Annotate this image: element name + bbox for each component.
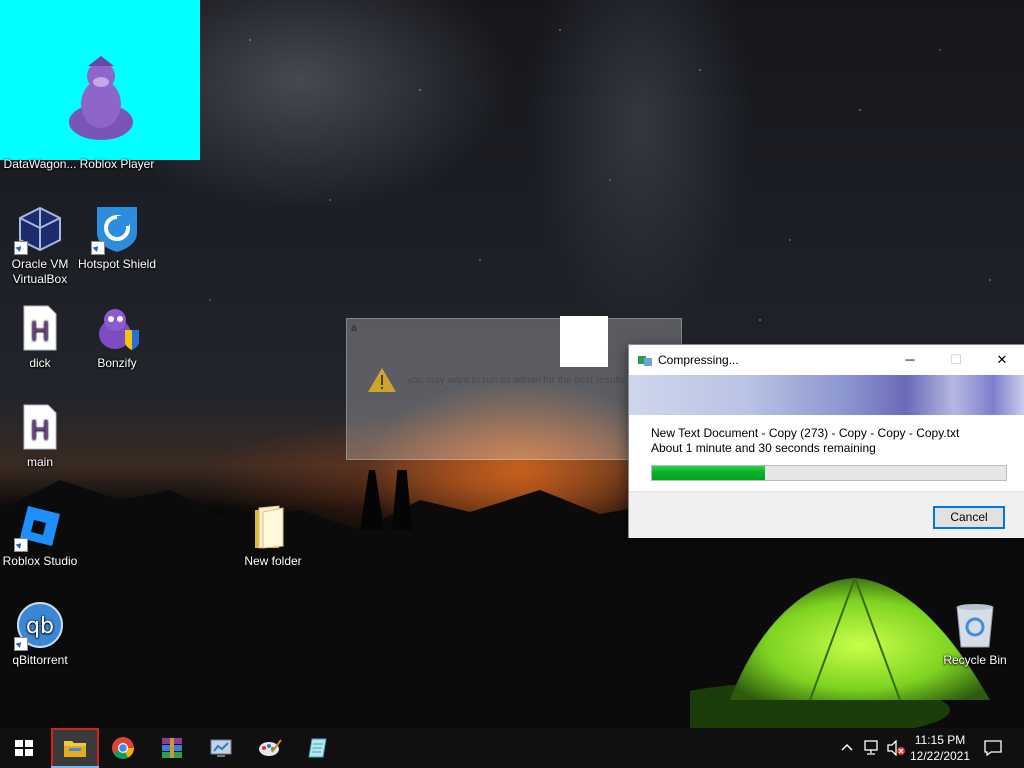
desktop-icon-label: dick — [29, 356, 51, 370]
paint-icon — [259, 739, 282, 756]
control-panel-icon — [210, 739, 232, 757]
taskbar-paint[interactable] — [246, 728, 294, 768]
close-button[interactable]: ✕ — [979, 345, 1024, 375]
taskbar-file-explorer[interactable] — [51, 728, 99, 768]
desktop-icon-label: main — [26, 455, 53, 469]
start-icon — [15, 740, 33, 756]
desktop-icon-label: Roblox Player — [79, 157, 155, 171]
desktop-icon-roblox-player[interactable]: Roblox Player — [77, 157, 157, 172]
dialog-titlebar[interactable]: Compressing... ─ ☐ ✕ — [629, 345, 1024, 375]
desktop-icon-label: Hotspot Shield — [77, 257, 157, 271]
compressing-dialog: Compressing... ─ ☐ ✕ New Text Document -… — [628, 344, 1024, 538]
taskbar: 11:15 PM 12/22/2021 — [0, 728, 1024, 768]
bonzify-icon — [93, 304, 141, 352]
file-name-text: New Text Document - Copy (273) - Copy - … — [651, 426, 960, 440]
action-center-button[interactable] — [978, 728, 1008, 768]
taskbar-clock[interactable]: 11:15 PM 12/22/2021 — [906, 732, 974, 764]
start-button[interactable] — [0, 728, 48, 768]
shortcut-arrow-icon — [14, 637, 28, 651]
file-explorer-icon — [64, 741, 86, 757]
dialog-title: Compressing... — [658, 353, 739, 367]
hotspot-shield-icon — [91, 205, 141, 255]
network-tray-button[interactable] — [860, 728, 882, 768]
taskbar-control-panel[interactable] — [197, 728, 245, 768]
desktop: DataWagon... Roblox Player Oracle VM Vir… — [0, 0, 1024, 728]
minimize-button[interactable]: ─ — [887, 345, 933, 375]
progress-bar — [651, 465, 1007, 481]
clock-date: 12/22/2021 — [909, 749, 971, 763]
cancel-button[interactable]: Cancel — [933, 506, 1005, 529]
svg-text:H: H — [30, 416, 50, 446]
qbittorrent-icon: qb — [14, 601, 64, 651]
maximize-button[interactable]: ☐ — [933, 345, 979, 375]
roblox-studio-icon — [14, 502, 64, 552]
cyan-overlay-box — [0, 0, 200, 160]
desktop-icon-label: qBittorrent — [12, 653, 68, 667]
chrome-icon — [112, 737, 134, 759]
h-document-icon: H — [16, 304, 64, 352]
desktop-icon-bonzify[interactable]: Bonzify — [77, 304, 157, 371]
shortcut-arrow-icon — [14, 538, 28, 552]
white-square-artifact — [560, 316, 608, 367]
desktop-icon-label: Oracle VM VirtualBox — [11, 257, 69, 286]
desktop-icon-new-folder[interactable]: New folder — [233, 502, 313, 569]
faded-dialog-title: a — [351, 323, 357, 334]
volume-tray-button[interactable] — [884, 728, 906, 768]
desktop-icon-label: Roblox Studio — [2, 554, 78, 568]
zip-folder-icon — [638, 356, 652, 366]
desktop-icon-hotspot-shield[interactable]: Hotspot Shield — [77, 205, 157, 272]
desktop-icon-label: New folder — [244, 554, 302, 568]
network-icon — [864, 740, 878, 755]
desktop-icon-label: Bonzify — [97, 356, 137, 370]
clock-time: 11:15 PM — [914, 733, 966, 747]
desktop-icon-label: Recycle Bin — [943, 653, 1007, 667]
taskbar-notepad[interactable] — [295, 728, 343, 768]
notepad-icon — [308, 738, 327, 758]
desktop-icon-qbittorrent[interactable]: qb qBittorrent — [0, 601, 80, 668]
dialog-footer: Cancel — [629, 491, 1024, 538]
volume-muted-icon — [887, 740, 905, 756]
svg-text:qb: qb — [26, 614, 54, 639]
desktop-icon-virtualbox[interactable]: Oracle VM VirtualBox — [0, 205, 80, 287]
desktop-icon-main[interactable]: H main — [0, 403, 80, 470]
shortcut-arrow-icon — [14, 241, 28, 255]
chevron-up-icon — [841, 743, 853, 751]
progress-bar-fill — [652, 466, 766, 480]
virtualbox-icon — [14, 205, 64, 255]
time-remaining-text: About 1 minute and 30 seconds remaining — [651, 441, 876, 455]
desktop-icon-dick[interactable]: H dick — [0, 304, 80, 371]
notification-icon — [984, 740, 1002, 756]
folder-icon — [249, 502, 297, 550]
desktop-icon-label: DataWagon... — [3, 157, 77, 171]
faded-dialog-message: you may want to run as admin for the bes… — [407, 375, 626, 386]
winrar-icon — [162, 738, 182, 758]
warning-icon — [368, 368, 396, 392]
desktop-icon-datawagon[interactable]: DataWagon... — [0, 157, 80, 172]
svg-text:H: H — [30, 317, 50, 347]
shortcut-arrow-icon — [91, 241, 105, 255]
show-hidden-icons-button[interactable] — [838, 728, 856, 768]
recycle-bin-icon — [951, 601, 999, 649]
desktop-icon-recycle-bin[interactable]: Recycle Bin — [935, 601, 1015, 668]
bonzi-gorilla-icon — [69, 56, 133, 140]
h-document-icon: H — [16, 403, 64, 451]
desktop-icon-roblox-studio[interactable]: Roblox Studio — [0, 502, 80, 569]
taskbar-chrome[interactable] — [99, 728, 147, 768]
taskbar-winrar[interactable] — [148, 728, 196, 768]
dialog-banner — [629, 375, 1024, 415]
